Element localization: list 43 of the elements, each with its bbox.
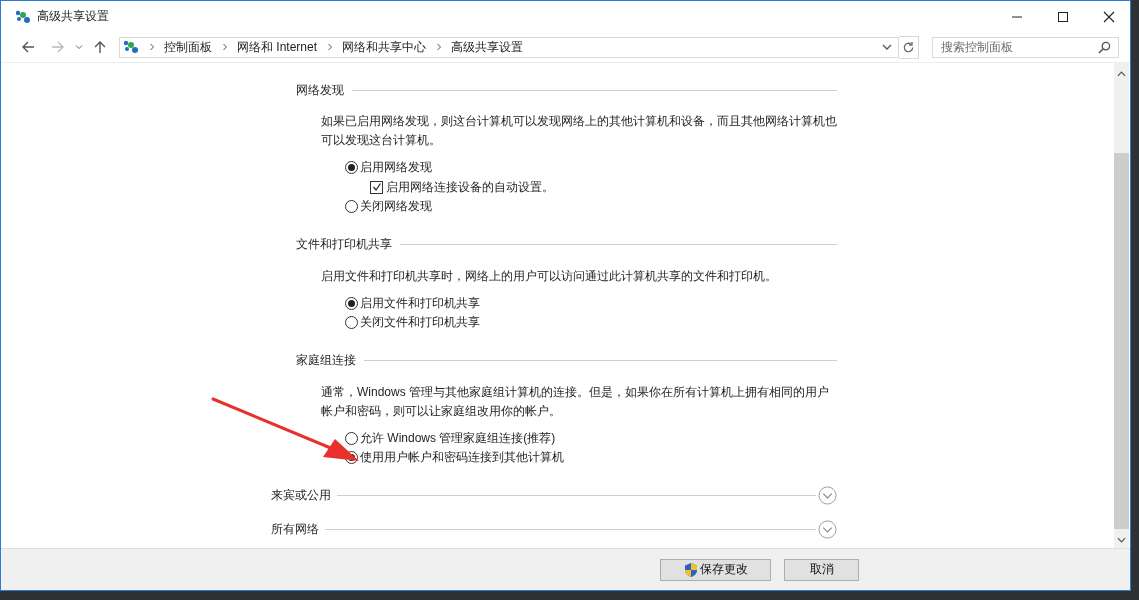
section-description: 如果已启用网络发现，则这台计算机可以发现网络上的其他计算机和设备，而且其他网络计算机也可以发现这台计算机。 — [321, 113, 837, 149]
shield-icon — [683, 561, 698, 578]
up-icon[interactable] — [93, 40, 107, 54]
chevron-icon — [327, 43, 334, 51]
breadcrumb-item[interactable]: 高级共享设置 — [451, 38, 524, 56]
radio-option[interactable]: 启用网络发现 — [345, 158, 432, 178]
radio-option[interactable]: 关闭网络发现 — [345, 197, 432, 217]
scrollbar[interactable] — [1114, 63, 1129, 548]
dropdown-icon[interactable] — [882, 43, 892, 51]
radio-option[interactable]: 启用文件和打印机共享 — [345, 293, 480, 313]
breadcrumb-item[interactable]: 网络和 Internet — [237, 38, 318, 56]
chevron-icon — [222, 43, 228, 51]
scroll-up-icon[interactable] — [1117, 71, 1126, 77]
save-button[interactable]: 保存更改 — [660, 558, 771, 581]
network-icon — [123, 39, 139, 55]
group-heading[interactable]: 所有网络 — [271, 521, 319, 538]
group-heading[interactable]: 来宾或公用 — [271, 487, 331, 504]
section-heading: 网络发现 — [296, 81, 344, 99]
search-icon — [1098, 40, 1111, 54]
cancel-button[interactable]: 取消 — [784, 558, 859, 581]
address-bar[interactable]: 控制面板 网络和 Internet 网络和共享中心 高级共享设置 — [119, 36, 899, 58]
radio-option[interactable]: 关闭文件和打印机共享 — [345, 313, 480, 333]
maximize-icon[interactable] — [1057, 10, 1069, 23]
close-icon[interactable] — [1103, 10, 1115, 23]
network-icon — [15, 8, 31, 25]
checkmark-icon — [371, 182, 382, 193]
refresh-button[interactable] — [899, 35, 919, 59]
radio-option[interactable]: 允许 Windows 管理家庭组连接(推荐) — [345, 428, 556, 448]
refresh-icon — [902, 40, 915, 54]
scroll-down-icon[interactable] — [1117, 537, 1126, 543]
breadcrumb-item[interactable]: 网络和共享中心 — [342, 38, 427, 56]
scrollbar-thumb[interactable] — [1114, 153, 1129, 529]
checkbox-option[interactable]: 启用网络连接设备的自动设置。 — [370, 177, 554, 197]
breadcrumb-item[interactable]: 控制面板 — [164, 38, 212, 56]
search-field[interactable]: 搜索控制面板 — [932, 36, 1119, 58]
window-title: 高级共享设置 — [37, 8, 109, 25]
section-description: 启用文件和打印机共享时，网络上的用户可以访问通过此计算机共享的文件和打印机。 — [321, 267, 778, 285]
section-heading: 文件和打印机共享 — [296, 236, 392, 253]
chevron-icon — [436, 43, 443, 51]
back-icon[interactable] — [21, 40, 35, 54]
section-description: 通常，Windows 管理与其他家庭组计算机的连接。但是，如果你在所有计算机上拥有相同的用户帐户和密码，则可以让家庭组改用你的帐户。 — [321, 383, 830, 420]
section-heading: 家庭组连接 — [296, 352, 356, 369]
chevron-icon — [149, 43, 155, 51]
